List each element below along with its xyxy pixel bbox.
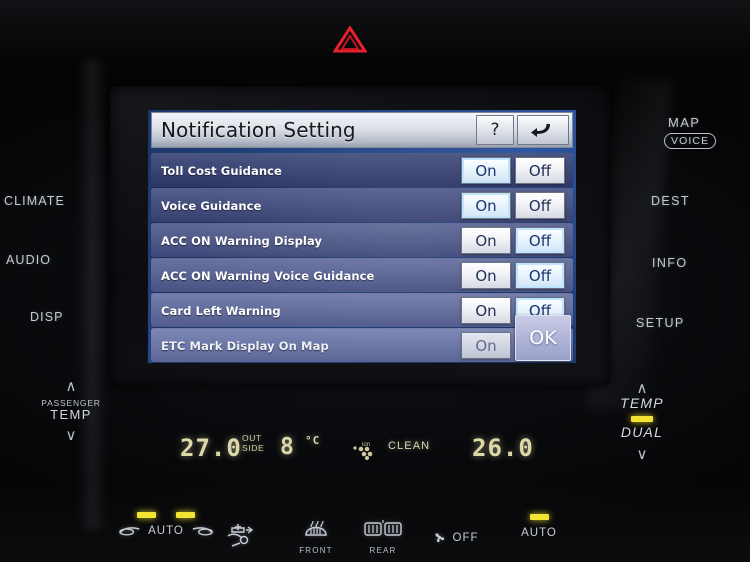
head-unit-panel: Notification Setting ? Toll Cost Guidanc… [0, 0, 750, 562]
hazard-triangle-icon [333, 25, 367, 52]
airflow-left-icon [119, 527, 140, 536]
help-button[interactable]: ? [476, 115, 514, 145]
auto-airflow-button[interactable]: AUTO [118, 512, 214, 537]
settings-row-list: Toll Cost Guidance On Off Voice Guidance On O… [148, 148, 576, 362]
ion-cluster-icon: ion [353, 442, 373, 460]
hardkey-disp[interactable]: DISP [30, 310, 64, 324]
toggle-on-button[interactable]: On [461, 157, 511, 184]
setting-row-label: ETC Mark Display On Map [161, 338, 329, 353]
setting-row-label: Voice Guidance [161, 198, 262, 213]
passenger-temp-up-icon[interactable]: ∧ [28, 379, 114, 394]
fan-off-label: OFF [452, 531, 479, 544]
toggle-group: OnOff [461, 192, 573, 219]
hardkey-climate[interactable]: CLIMATE [4, 194, 65, 208]
fan-icon [434, 533, 444, 543]
setting-row-label: ACC ON Warning Voice Guidance [161, 268, 375, 283]
passenger-temp-down-icon[interactable]: ∨ [28, 428, 114, 443]
driver-temp-down-icon[interactable]: ∨ [606, 447, 678, 462]
rear-defroster-label: REAR [369, 546, 397, 555]
front-defroster-icon [305, 520, 327, 536]
back-button[interactable] [517, 115, 569, 145]
toggle-group: OnOff [461, 262, 573, 289]
setting-row-label: Card Left Warning [161, 303, 281, 318]
hardkey-map[interactable]: MAP [668, 115, 700, 130]
setting-row-label: ACC ON Warning Display [161, 233, 323, 248]
driver-temp-up-icon[interactable]: ∧ [606, 381, 678, 396]
toggle-off-button[interactable]: Off [515, 227, 565, 254]
screen-title-bar: Notification Setting ? [151, 112, 573, 148]
toggle-on-button[interactable]: On [461, 262, 511, 289]
dual-button-label[interactable]: DUAL [606, 424, 678, 440]
clean-air-label: CLEAN [388, 440, 431, 452]
auto-climate-led [529, 514, 549, 520]
navigation-screen: Notification Setting ? Toll Cost Guidanc… [148, 110, 576, 363]
toggle-group: OnOff [461, 157, 573, 184]
ok-label: OK [529, 327, 557, 349]
dashboard-sheen-left [78, 60, 108, 530]
driver-temp-control: ∧ TEMP DUAL ∨ [606, 381, 678, 462]
passenger-set-temp: 26.0 [472, 434, 534, 462]
toggle-on-button[interactable]: On [461, 297, 511, 324]
outside-temp-unit: °C [305, 434, 321, 447]
help-label: ? [490, 120, 500, 140]
driver-temp-label: TEMP [620, 395, 664, 411]
airflow-right-icon [192, 527, 213, 536]
setting-row: ACC ON Warning Display On Off [151, 223, 573, 257]
airflow-led-right [176, 512, 195, 518]
page-title: Notification Setting [161, 118, 356, 142]
hardkey-info[interactable]: INFO [652, 256, 687, 270]
climate-lcd: 27.0 OUT SIDE 8 °C ion CLEAN 26.0 [150, 428, 610, 470]
outside-label-line1: OUT [242, 433, 262, 443]
hardkey-dest[interactable]: DEST [651, 194, 690, 208]
air-recirculation-icon [227, 524, 254, 547]
outside-temp-label: OUT SIDE [242, 433, 264, 453]
setting-row: Card Left Warning On Off [151, 293, 573, 327]
setting-row-label: Toll Cost Guidance [161, 163, 282, 178]
air-recirculation-button[interactable] [216, 522, 262, 553]
toggle-off-button[interactable]: Off [515, 192, 565, 219]
driver-set-temp: 27.0 [180, 434, 242, 462]
rear-defroster-button[interactable]: REAR [352, 518, 414, 555]
toggle-on-button[interactable]: On [461, 227, 511, 254]
dual-mode-led [631, 416, 653, 422]
dashboard-sheen-top [0, 0, 750, 62]
fan-off-button[interactable]: OFF [424, 530, 486, 545]
toggle-off-button[interactable]: Off [515, 157, 565, 184]
auto-climate-button[interactable]: AUTO [508, 514, 570, 539]
outside-label-line2: SIDE [242, 443, 265, 453]
toggle-on-button[interactable]: On [461, 332, 511, 359]
hardkey-voice[interactable]: VOICE [664, 133, 717, 149]
hardkey-audio[interactable]: AUDIO [6, 253, 51, 267]
rear-defroster-icon [364, 520, 402, 536]
airflow-led-left [137, 512, 156, 518]
auto-airflow-leds [118, 512, 214, 518]
hazard-light-button[interactable] [329, 22, 371, 56]
setting-row: ETC Mark Display On MapOnOff [151, 328, 573, 362]
toggle-on-button[interactable]: On [461, 192, 511, 219]
passenger-temp-label: TEMP [50, 407, 92, 422]
front-defroster-label: FRONT [299, 546, 333, 555]
toggle-off-button[interactable]: Off [515, 262, 565, 289]
front-defroster-button[interactable]: FRONT [286, 518, 346, 555]
outside-temp-value: 8 [280, 434, 295, 460]
auto-climate-label: AUTO [521, 527, 557, 539]
setting-row: Toll Cost Guidance On Off [151, 153, 573, 187]
passenger-temp-control: ∧ PASSENGER TEMP ∨ [28, 379, 114, 443]
back-arrow-icon [531, 124, 550, 137]
hardkey-setup[interactable]: SETUP [636, 316, 685, 330]
ok-button[interactable]: OK [515, 315, 571, 361]
setting-row: Voice Guidance On Off [151, 188, 573, 222]
setting-row: ACC ON Warning Voice Guidance On Off [151, 258, 573, 292]
toggle-group: OnOff [461, 227, 573, 254]
auto-airflow-label: AUTO [148, 524, 184, 537]
